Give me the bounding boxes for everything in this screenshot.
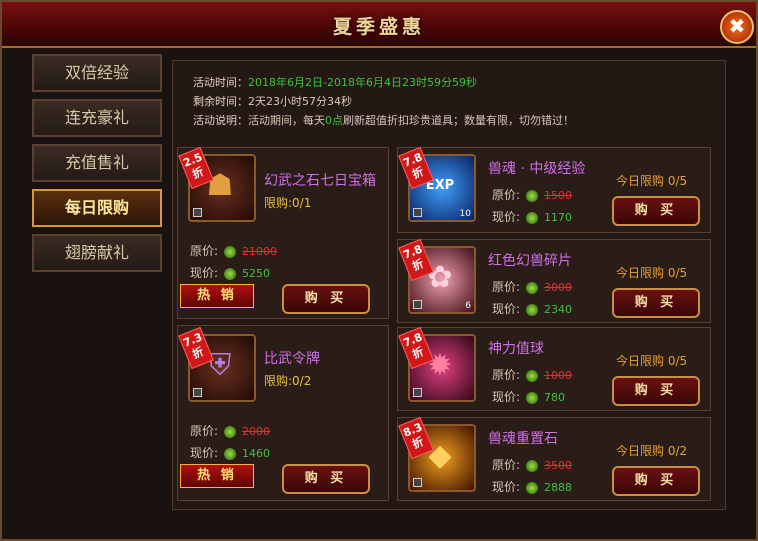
remain-label: 剩余时间： [193, 95, 248, 108]
item-card-exp: EXP 10 7.8折 兽魂 · 中级经验 原价: 1500 现价: 1170 今日… [397, 146, 711, 233]
coin-icon [526, 189, 539, 202]
tab-double-exp[interactable]: 双倍经验 [32, 54, 162, 92]
coin-icon [224, 267, 237, 280]
lock-icon [413, 478, 422, 487]
lock-icon [413, 300, 422, 309]
orig-price: 原价: 3000 [492, 280, 573, 294]
item-name: 兽魂重置石 [488, 431, 558, 447]
time-value: 2018年6月2日-2018年6月4日23时59分59秒 [248, 76, 477, 89]
tab-recharge-sale[interactable]: 充值售礼 [32, 144, 162, 182]
tab-daily-limit[interactable]: 每日限购 [32, 189, 162, 227]
title-bar: 夏季盛惠 ✖ [2, 2, 756, 48]
coin-icon [526, 481, 539, 494]
buy-button[interactable]: 购 买 [612, 376, 700, 406]
hot-badge: 热 销 [180, 284, 254, 308]
now-price: 现价: 1460 [190, 446, 271, 460]
now-price: 现价: 5250 [190, 266, 271, 280]
coin-icon [526, 211, 539, 224]
item-name: 幻武之石七日宝箱 [264, 173, 376, 189]
now-price: 现价: 1170 [492, 210, 573, 224]
coin-icon [526, 459, 539, 472]
event-info: 活动时间：2018年6月2日-2018年6月4日23时59分59秒 剩余时间：2… [193, 73, 574, 130]
desc-highlight: 0点 [325, 114, 343, 127]
tab-wing-gift[interactable]: 翅膀献礼 [32, 234, 162, 272]
tab-recharge-gift[interactable]: 连充豪礼 [32, 99, 162, 137]
item-card-chest: ☗ 2.5折 幻武之石七日宝箱 限购:0/1 原价: 21000 现价: 5250 … [177, 146, 389, 319]
orig-price: 原价: 2000 [190, 424, 271, 438]
desc-pre: 活动期间，每天 [248, 114, 325, 127]
desc-post: 刷新超值折扣珍贵道具；数量有限，切勿错过！ [343, 114, 574, 127]
item-name: 神力值球 [488, 341, 544, 357]
orig-price: 原价: 21000 [190, 244, 278, 258]
buy-button[interactable]: 购 买 [282, 464, 370, 494]
coin-icon [224, 447, 237, 460]
window-title: 夏季盛惠 [332, 16, 425, 38]
today-limit: 今日限购 0/5 [616, 266, 688, 280]
lock-icon [413, 208, 422, 217]
orig-price: 原价: 1500 [492, 188, 573, 202]
now-price: 现价: 2340 [492, 302, 573, 316]
item-card-shard: ✿ 6 7.8折 红色幻兽碎片 原价: 3000 现价: 2340 今日限购 0/5… [397, 238, 711, 323]
coin-icon [224, 245, 237, 258]
item-card-reset: ◆ 8.3折 兽魂重置石 原价: 3500 现价: 2888 今日限购 0/2 购 … [397, 416, 711, 501]
orig-price: 原价: 3500 [492, 458, 573, 472]
limit-text: 限购:0/2 [264, 374, 312, 388]
buy-button[interactable]: 购 买 [282, 284, 370, 314]
item-name: 红色幻兽碎片 [488, 253, 572, 269]
lock-icon [193, 208, 202, 217]
coin-icon [526, 281, 539, 294]
coin-icon [526, 303, 539, 316]
now-price: 现价: 780 [492, 390, 566, 404]
lock-icon [413, 388, 422, 397]
today-limit: 今日限购 0/5 [616, 354, 688, 368]
today-limit: 今日限购 0/5 [616, 174, 688, 188]
limit-text: 限购:0/1 [264, 196, 312, 210]
buy-button[interactable]: 购 买 [612, 288, 700, 318]
coin-icon [526, 391, 539, 404]
remain-value: 2天23小时57分34秒 [248, 95, 352, 108]
today-limit: 今日限购 0/2 [616, 444, 688, 458]
buy-button[interactable]: 购 买 [612, 196, 700, 226]
time-label: 活动时间： [193, 76, 248, 89]
coin-icon [224, 425, 237, 438]
desc-label: 活动说明： [193, 114, 248, 127]
hot-badge: 热 销 [180, 464, 254, 488]
main-panel: 活动时间：2018年6月2日-2018年6月4日23时59分59秒 剩余时间：2… [172, 60, 726, 510]
sidebar: 双倍经验 连充豪礼 充值售礼 每日限购 翅膀献礼 [32, 54, 166, 279]
coin-icon [526, 369, 539, 382]
item-name: 兽魂 · 中级经验 [488, 161, 586, 177]
buy-button[interactable]: 购 买 [612, 466, 700, 496]
orig-price: 原价: 1000 [492, 368, 573, 382]
item-card-token: ⛨ 7.3折 比武令牌 限购:0/2 原价: 2000 现价: 1460 热 销 购… [177, 325, 389, 501]
promo-window: 夏季盛惠 ✖ 双倍经验 连充豪礼 充值售礼 每日限购 翅膀献礼 活动时间：201… [0, 0, 758, 541]
close-button[interactable]: ✖ [720, 10, 754, 44]
item-name: 比武令牌 [264, 351, 320, 367]
now-price: 现价: 2888 [492, 480, 573, 494]
lock-icon [193, 388, 202, 397]
item-card-power: ✹ 7.8折 神力值球 原价: 1000 现价: 780 今日限购 0/5 购 买 [397, 326, 711, 411]
